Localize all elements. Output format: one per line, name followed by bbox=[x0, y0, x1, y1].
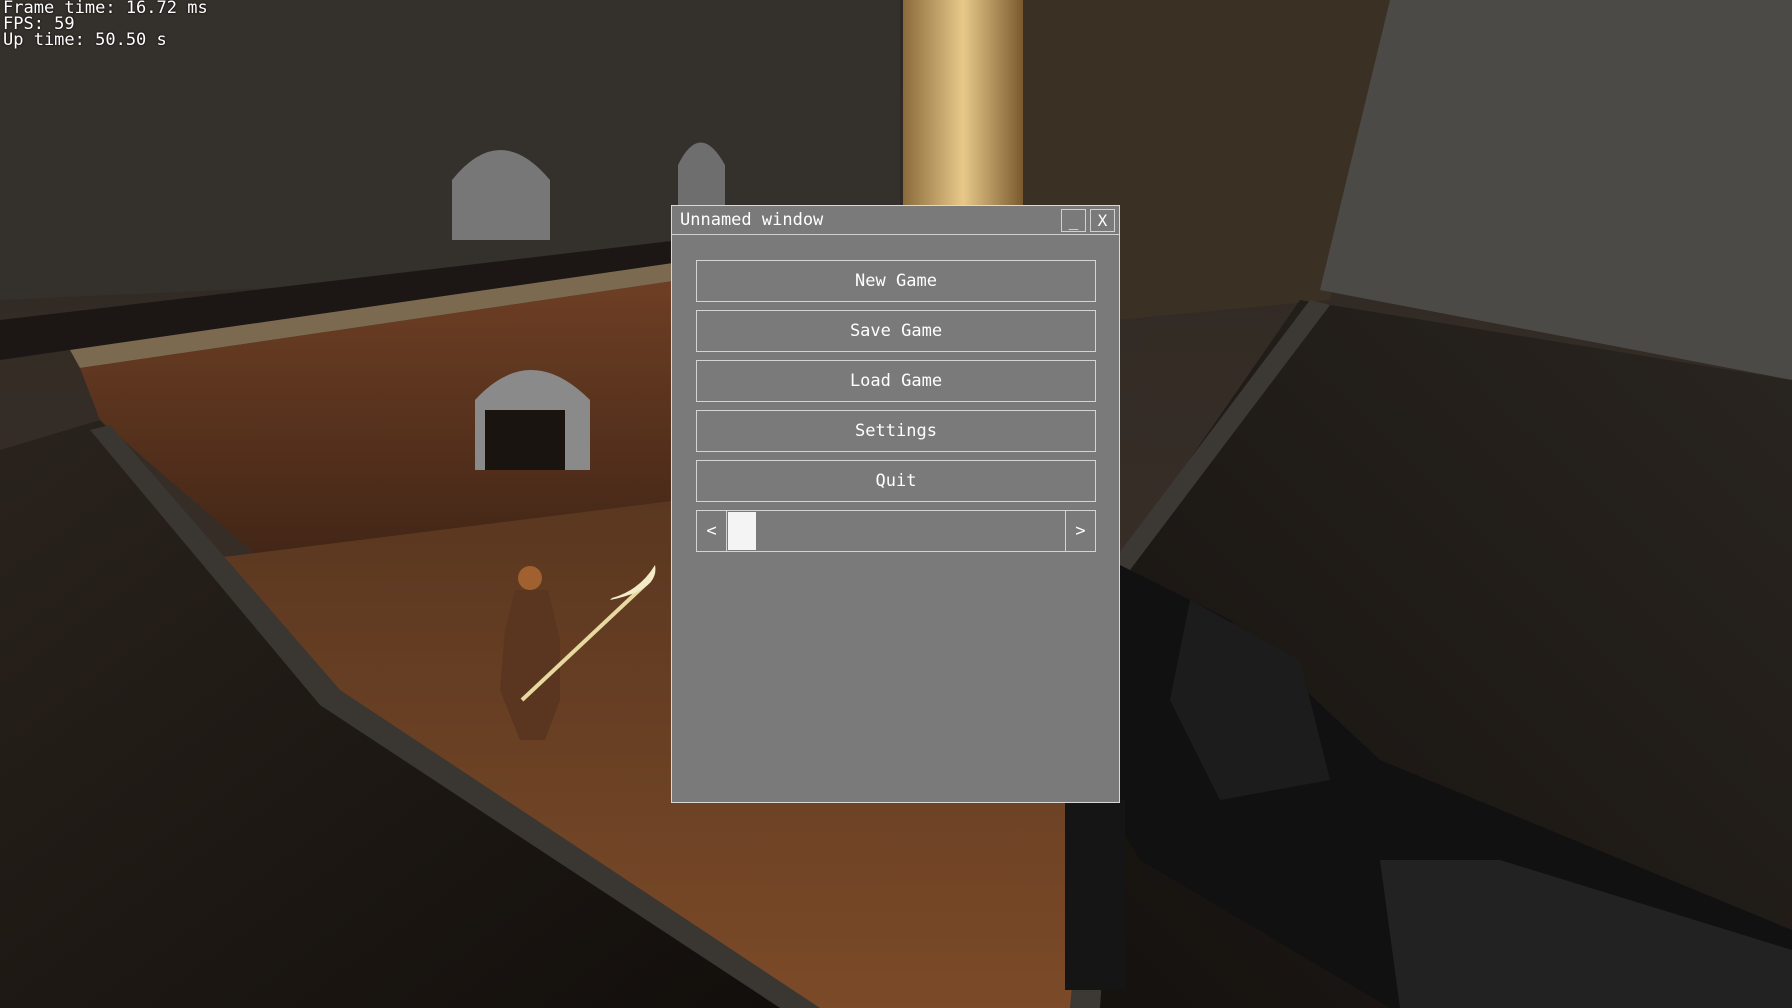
scroll-left-button[interactable]: < bbox=[697, 511, 727, 551]
new-game-button[interactable]: New Game bbox=[696, 260, 1096, 302]
debug-overlay: Frame time: 16.72 ms FPS: 59 Up time: 50… bbox=[3, 0, 208, 50]
window-title-bar[interactable]: Unnamed window _ X bbox=[672, 206, 1119, 235]
horizontal-scrollbar[interactable]: < > bbox=[696, 510, 1096, 552]
scroll-right-button[interactable]: > bbox=[1065, 511, 1095, 551]
load-game-button[interactable]: Load Game bbox=[696, 360, 1096, 402]
save-game-button[interactable]: Save Game bbox=[696, 310, 1096, 352]
minimize-button[interactable]: _ bbox=[1061, 209, 1086, 232]
up-time-text: Up time: 50.50 s bbox=[3, 30, 167, 50]
menu-window: Unnamed window _ X New Game Save Game Lo… bbox=[671, 205, 1120, 803]
scrollbar-thumb[interactable] bbox=[728, 512, 756, 550]
close-button[interactable]: X bbox=[1090, 209, 1115, 232]
window-title: Unnamed window bbox=[680, 210, 824, 230]
settings-button[interactable]: Settings bbox=[696, 410, 1096, 452]
quit-button[interactable]: Quit bbox=[696, 460, 1096, 502]
